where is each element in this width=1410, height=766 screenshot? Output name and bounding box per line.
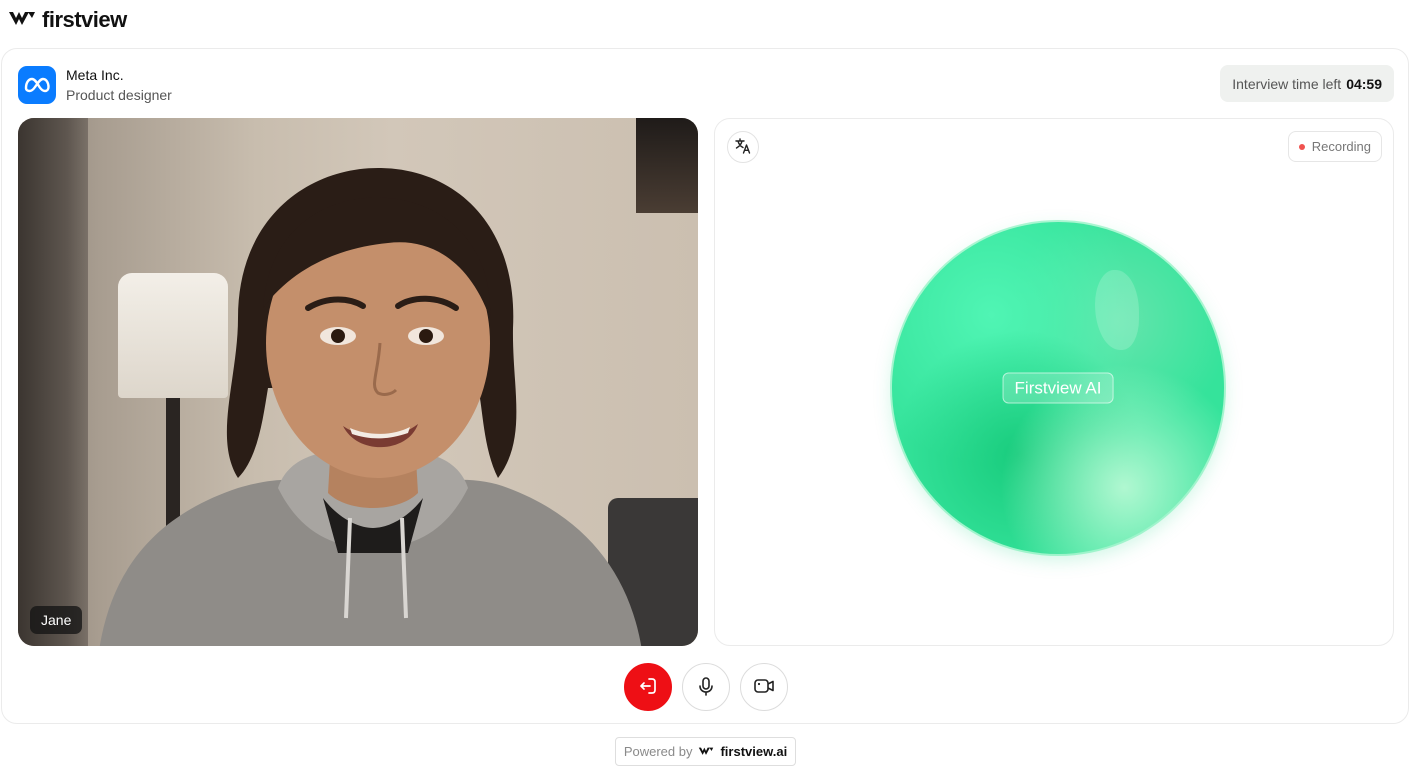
firstview-small-logo-icon: [698, 744, 714, 759]
powered-brand: firstview.ai: [720, 744, 788, 759]
translate-button[interactable]: [727, 131, 759, 163]
powered-label: Powered by: [623, 744, 693, 759]
timer-value: 04:59: [1346, 75, 1382, 92]
brand-name: firstview: [42, 7, 127, 32]
call-controls-bar: [624, 663, 788, 711]
camera-icon: [753, 675, 775, 700]
participant-name-tag: Jane: [30, 606, 83, 634]
ai-orb: Firstview AI: [892, 222, 1224, 554]
recording-badge: Recording: [1287, 131, 1382, 162]
leave-call-icon: [637, 675, 659, 700]
job-role: Product designer: [66, 87, 172, 103]
powered-by-badge[interactable]: Powered by firstview.ai: [615, 737, 796, 766]
candidate-person: [99, 168, 642, 646]
meta-logo-icon: [18, 66, 56, 104]
microphone-icon: [695, 675, 717, 700]
firstview-logo-icon: [8, 9, 36, 32]
interview-card: Meta Inc. Product designer Interview tim…: [1, 48, 1409, 724]
brand-header: firstview: [8, 7, 127, 32]
candidate-video: Jane: [18, 118, 698, 646]
recording-label: Recording: [1311, 139, 1371, 154]
camera-button[interactable]: [740, 663, 788, 711]
interview-timer: Interview time left 04:59: [1220, 65, 1394, 102]
microphone-button[interactable]: [682, 663, 730, 711]
translate-icon: [734, 137, 752, 158]
ai-orb-label: Firstview AI: [1002, 372, 1114, 404]
company-info: Meta Inc. Product designer: [18, 66, 172, 104]
timer-label: Interview time left: [1232, 75, 1342, 92]
recording-dot-icon: [1298, 143, 1305, 150]
ai-interviewer-panel: Recording Firstview AI: [714, 118, 1394, 646]
company-name: Meta Inc.: [66, 67, 124, 83]
end-call-button[interactable]: [624, 663, 672, 711]
